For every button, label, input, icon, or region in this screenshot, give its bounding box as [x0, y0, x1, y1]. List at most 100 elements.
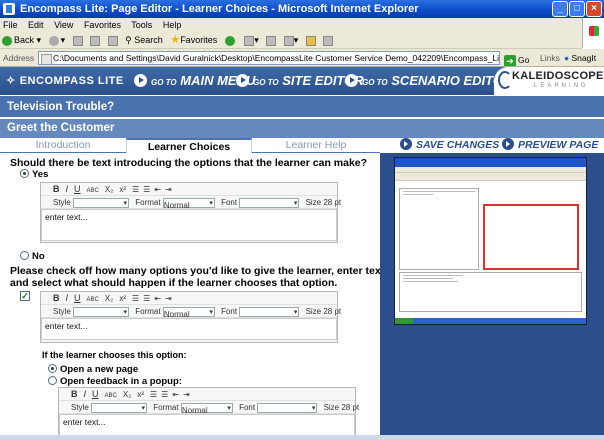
search-button[interactable]: ⚲ Search — [125, 32, 163, 48]
menu-file[interactable]: File — [3, 20, 18, 30]
close-button[interactable]: × — [586, 1, 602, 17]
superscript-button[interactable]: x² — [137, 390, 144, 399]
ordered-list-icon[interactable]: ☰ — [150, 390, 157, 399]
scenario-editor-link[interactable]: GO TO SCENARIO EDITOR — [345, 73, 512, 91]
home-button[interactable] — [107, 32, 118, 48]
superscript-button[interactable]: x² — [119, 294, 126, 303]
size-value[interactable]: 28 pt — [341, 403, 359, 412]
font-select[interactable] — [257, 402, 318, 415]
strikethrough-button[interactable]: ABC — [87, 188, 99, 194]
subscript-button[interactable]: X₂ — [105, 185, 113, 194]
browser-toolbar: Back ▾ ▾ ⚲ Search ★Favorites ▾ ▾ — [0, 32, 582, 49]
tab-learner-choices[interactable]: Learner Choices — [126, 138, 252, 153]
preview-thumbnail[interactable] — [394, 157, 587, 325]
indent-icon[interactable]: ⇥ — [165, 185, 172, 194]
subscript-button[interactable]: X₂ — [105, 294, 113, 303]
print-button[interactable]: ▾ — [283, 32, 298, 48]
strikethrough-button[interactable]: ABC — [87, 297, 99, 303]
indent-icon[interactable]: ⇥ — [183, 390, 190, 399]
stop-button[interactable] — [72, 32, 83, 48]
bold-button[interactable]: B — [53, 184, 60, 194]
indent-icon[interactable]: ⇥ — [165, 294, 172, 303]
menu-bar: File Edit View Favorites Tools Help — [0, 18, 604, 32]
refresh-button[interactable] — [90, 32, 101, 48]
menu-tools[interactable]: Tools — [131, 20, 152, 30]
forward-button[interactable]: ▾ — [48, 32, 65, 48]
underline-button[interactable]: U — [74, 293, 81, 303]
option-1-checkbox[interactable]: ✓ — [20, 291, 30, 301]
messenger-button[interactable] — [323, 32, 334, 48]
thumb-start-button — [395, 318, 413, 324]
style-select[interactable] — [91, 402, 148, 415]
maximize-button[interactable]: □ — [569, 1, 585, 17]
italic-button[interactable]: I — [66, 184, 69, 194]
size-value[interactable]: 28 pt — [323, 198, 341, 207]
bullet-list-icon[interactable]: ☰ — [143, 294, 150, 303]
ordered-list-icon[interactable]: ☰ — [132, 185, 139, 194]
font-select[interactable] — [239, 197, 300, 210]
yes-radio[interactable]: Yes — [20, 169, 48, 180]
history-button[interactable]: ▾ — [244, 32, 259, 48]
option-1-rich-text-editor: BIU ABC X₂ x² ☰ ☰ ⇤ ⇥ Style Format Normal Font … — [40, 291, 341, 343]
format-select[interactable]: Normal — [180, 402, 233, 415]
italic-button[interactable]: I — [84, 389, 87, 399]
tab-learner-help[interactable]: Learner Help — [252, 138, 380, 153]
menu-edit[interactable]: Edit — [28, 20, 44, 30]
intro-question: Should there be text introducing the opt… — [10, 157, 368, 169]
folder-button[interactable] — [305, 32, 316, 48]
media-button[interactable] — [224, 32, 237, 48]
underline-button[interactable]: U — [74, 184, 81, 194]
links-button[interactable]: Links — [540, 49, 560, 66]
superscript-button[interactable]: x² — [119, 185, 126, 194]
strikethrough-button[interactable]: ABC — [105, 393, 117, 399]
open-new-page-radio[interactable]: Open a new page — [48, 364, 138, 375]
style-select[interactable] — [73, 197, 130, 210]
minimize-button[interactable]: _ — [552, 1, 568, 17]
thumb-toolbar — [395, 173, 586, 181]
bullet-list-icon[interactable]: ☰ — [143, 185, 150, 194]
address-input[interactable]: C:\Documents and Settings\David Guralnic… — [38, 51, 500, 65]
style-select[interactable] — [73, 306, 130, 319]
no-radio[interactable]: No — [20, 251, 45, 262]
go-button[interactable]: ➔ Go — [504, 51, 529, 66]
outdent-icon[interactable]: ⇤ — [172, 390, 179, 399]
tab-introduction[interactable]: Introduction — [0, 138, 126, 153]
stop-icon — [72, 35, 83, 46]
favorites-button[interactable]: ★Favorites — [170, 32, 217, 48]
preview-page-button[interactable]: PREVIEW PAGE — [502, 138, 598, 153]
save-changes-button[interactable]: SAVE CHANGES — [400, 138, 499, 153]
format-select[interactable]: Normal — [162, 197, 215, 210]
underline-button[interactable]: U — [92, 389, 99, 399]
play-icon — [236, 74, 249, 87]
bold-button[interactable]: B — [71, 389, 78, 399]
app-brand: ✧ ENCOMPASS LITE — [6, 75, 124, 87]
outdent-icon[interactable]: ⇤ — [154, 294, 161, 303]
open-feedback-radio[interactable]: Open feedback in a popup: — [48, 376, 182, 387]
font-select[interactable] — [239, 306, 300, 319]
back-arrow-icon — [2, 35, 12, 46]
radio-selected-icon — [20, 169, 29, 178]
format-select[interactable]: Normal — [162, 306, 215, 319]
feedback-text-area[interactable]: enter text... — [59, 414, 355, 436]
menu-view[interactable]: View — [54, 20, 73, 30]
ordered-list-icon[interactable]: ☰ — [132, 294, 139, 303]
size-value[interactable]: 28 pt — [323, 307, 341, 316]
horizontal-scrollbar[interactable] — [0, 435, 604, 439]
outdent-icon[interactable]: ⇤ — [154, 185, 161, 194]
back-button[interactable]: Back ▾ — [2, 32, 41, 48]
address-bar: Address C:\Documents and Settings\David … — [0, 49, 604, 67]
option-1-text-area[interactable]: enter text... — [41, 318, 337, 340]
italic-button[interactable]: I — [66, 293, 69, 303]
window-title: Encompass Lite: Page Editor - Learner Ch… — [20, 3, 419, 15]
editor-tabs: Introduction Learner Choices Learner Hel… — [0, 138, 380, 153]
bullet-list-icon[interactable]: ☰ — [161, 390, 168, 399]
snagit-button[interactable]: ● SnagIt — [564, 49, 596, 66]
bold-button[interactable]: B — [53, 293, 60, 303]
format-toolbar: B I U ABC X₂ x² ☰ ☰ ⇤ ⇥ — [41, 183, 337, 196]
print-icon — [283, 35, 294, 46]
menu-favorites[interactable]: Favorites — [84, 20, 121, 30]
intro-text-area[interactable]: enter text... — [41, 209, 337, 241]
mail-button[interactable] — [266, 32, 277, 48]
subscript-button[interactable]: X₂ — [123, 390, 131, 399]
menu-help[interactable]: Help — [163, 20, 182, 30]
